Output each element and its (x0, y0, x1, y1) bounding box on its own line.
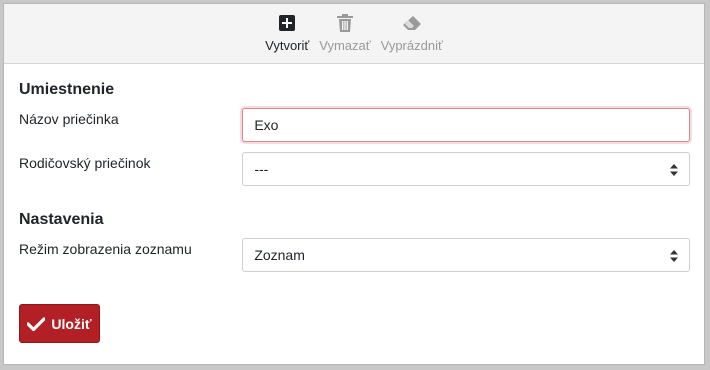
parent-folder-label: Rodičovský priečinok (19, 155, 151, 171)
folder-edit-panel: Vytvoriť Vymazať Vyprázdniť Umiestnenie … (3, 3, 705, 365)
folder-name-row: Názov priečinka Exo (19, 107, 690, 143)
settings-section-title: Nastavenia (19, 211, 104, 228)
clear-label: Vyprázdniť (380, 38, 443, 53)
save-label: Uložiť (51, 315, 92, 332)
parent-folder-row: Rodičovský priečinok --- (19, 151, 690, 187)
toolbar: Vytvoriť Vymazať Vyprázdniť (4, 4, 704, 64)
location-section-title: Umiestnenie (19, 81, 115, 98)
parent-folder-value: --- (254, 161, 269, 177)
parent-folder-select[interactable]: --- (242, 152, 690, 186)
eraser-icon (402, 13, 422, 33)
sort-arrows-icon (670, 249, 678, 262)
folder-name-input[interactable]: Exo (242, 108, 690, 142)
form: Umiestnenie Názov priečinka Exo Rodičovs… (4, 64, 704, 343)
sort-arrows-icon (670, 163, 678, 176)
clear-button[interactable]: Vyprázdniť (381, 13, 443, 53)
trash-icon (335, 13, 355, 33)
plus-square-icon (277, 13, 297, 33)
list-view-mode-select[interactable]: Zoznam (242, 238, 690, 272)
save-button[interactable]: Uložiť (19, 304, 100, 343)
list-view-mode-label: Režim zobrazenia zoznamu (19, 241, 192, 257)
folder-name-value: Exo (254, 117, 279, 133)
delete-label: Vymazať (319, 38, 371, 53)
delete-button[interactable]: Vymazať (319, 13, 371, 53)
create-button[interactable]: Vytvoriť (265, 13, 309, 53)
list-view-mode-row: Režim zobrazenia zoznamu Zoznam (19, 237, 690, 273)
folder-name-label: Názov priečinka (19, 111, 119, 127)
create-label: Vytvoriť (265, 38, 310, 53)
list-view-mode-value: Zoznam (254, 247, 305, 263)
checkmark-icon (27, 316, 46, 331)
